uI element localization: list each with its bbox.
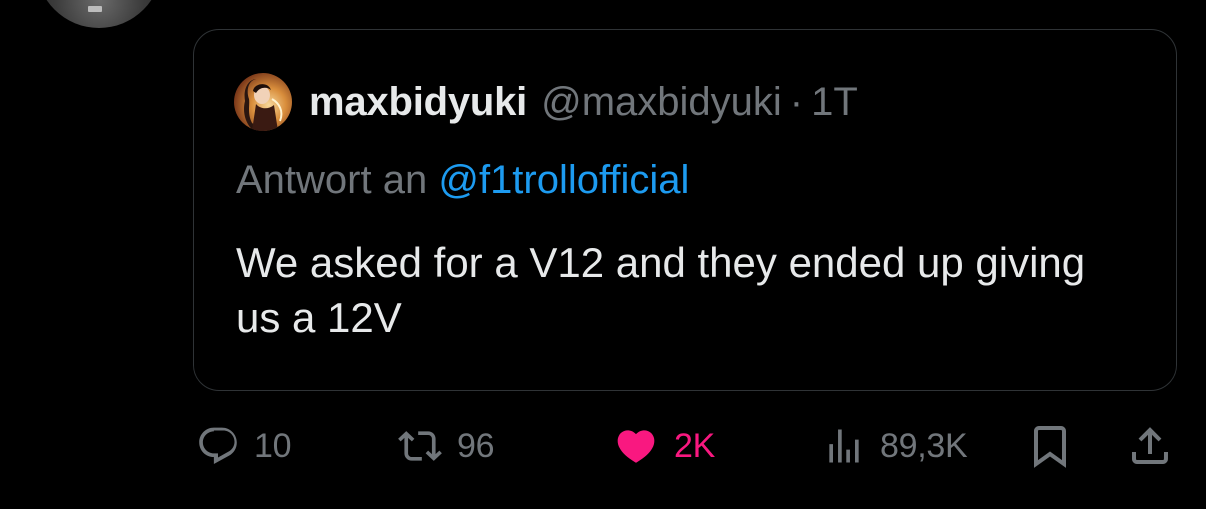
- like-button[interactable]: 2K: [612, 418, 715, 474]
- separator-dot: ·: [789, 79, 804, 124]
- user-handle[interactable]: @maxbidyuki: [541, 80, 782, 125]
- share-button[interactable]: [1126, 418, 1174, 474]
- quoted-tweet-card[interactable]: maxbidyuki @maxbidyuki · 1T Antwort an @…: [193, 29, 1177, 391]
- view-count: 89,3K: [880, 426, 968, 465]
- reply-prefix: Antwort an: [236, 158, 428, 202]
- avatar[interactable]: [234, 73, 292, 131]
- bar-chart-icon: [822, 424, 866, 468]
- action-bar: 10 96 2K 89,3K: [0, 418, 1206, 474]
- speech-bubble-icon: [196, 424, 240, 468]
- quoted-tweet-header: maxbidyuki @maxbidyuki · 1T: [234, 72, 858, 132]
- bookmark-button[interactable]: [1026, 418, 1074, 474]
- repost-count: 96: [457, 426, 495, 465]
- display-name[interactable]: maxbidyuki: [309, 80, 527, 125]
- timestamp[interactable]: 1T: [811, 80, 858, 125]
- bookmark-icon: [1026, 422, 1074, 470]
- parent-avatar[interactable]: [36, 0, 162, 28]
- reply-mention-link[interactable]: @f1trollofficial: [438, 158, 689, 202]
- tweet-text: We asked for a V12 and they ended up giv…: [236, 239, 1086, 341]
- reply-button[interactable]: 10: [196, 418, 292, 474]
- avatar-image: [234, 73, 292, 131]
- repost-button[interactable]: 96: [397, 418, 495, 474]
- views-button[interactable]: 89,3K: [822, 418, 968, 474]
- repost-arrows-icon: [397, 424, 443, 468]
- heart-icon: [612, 424, 660, 468]
- share-upload-icon: [1126, 422, 1174, 470]
- reply-count: 10: [254, 426, 292, 465]
- like-count: 2K: [674, 426, 715, 465]
- reply-context: Antwort an @f1trollofficial: [236, 158, 689, 203]
